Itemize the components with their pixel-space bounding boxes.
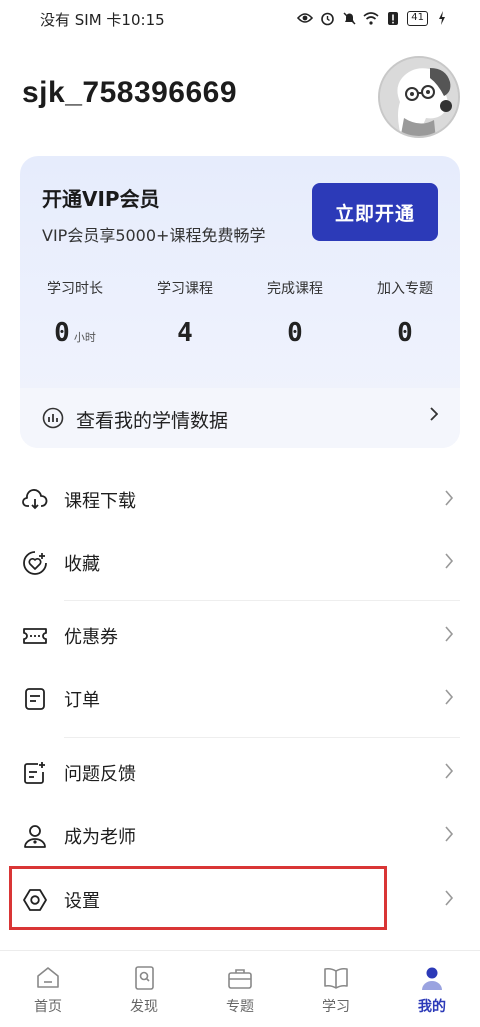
nav-label: 首页 — [34, 999, 62, 1015]
menu-label: 收藏 — [64, 554, 100, 575]
wifi-icon — [363, 10, 379, 26]
menu-label: 设置 — [64, 891, 100, 912]
stat-study-time[interactable]: 学习时长 0 小时 — [20, 278, 130, 348]
chevron-right-icon — [445, 826, 454, 842]
menu-settings[interactable]: 设置 — [0, 870, 480, 930]
nav-topics[interactable]: 专题 — [192, 951, 288, 1027]
home-icon — [37, 967, 59, 988]
nav-label: 学习 — [322, 999, 350, 1015]
favorite-heart-icon — [23, 551, 47, 575]
chevron-right-icon — [445, 626, 454, 642]
eye-icon — [297, 10, 314, 26]
learning-data-link[interactable]: 查看我的学情数据 — [20, 388, 460, 448]
stat-label: 学习时长 — [47, 281, 103, 297]
divider — [64, 737, 460, 738]
vip-card: 开通VIP会员 VIP会员享5000+课程免费畅学 立即开通 学习时长 0 小时 … — [20, 156, 460, 448]
username: sjk_758396669 — [22, 76, 238, 109]
profile-icon — [422, 967, 442, 990]
nav-label: 专题 — [226, 999, 254, 1015]
alert-icon — [385, 10, 401, 26]
stat-label: 加入专题 — [377, 281, 433, 297]
chevron-right-icon — [445, 490, 454, 506]
chevron-right-icon — [445, 890, 454, 906]
nav-discover[interactable]: 发现 — [96, 951, 192, 1027]
topic-briefcase-icon — [228, 969, 252, 989]
chevron-right-icon — [430, 407, 438, 421]
alarm-icon — [319, 10, 335, 26]
settings-icon — [23, 889, 47, 911]
charging-icon — [434, 10, 450, 26]
stat-completed[interactable]: 完成课程 0 — [240, 278, 350, 348]
stat-label: 学习课程 — [157, 281, 213, 297]
vip-subtitle: VIP会员享5000+课程免费畅学 — [42, 226, 266, 245]
menu-feedback[interactable]: 问题反馈 — [0, 743, 480, 803]
nav-label: 我的 — [418, 999, 446, 1015]
discover-icon — [135, 966, 154, 990]
divider — [64, 600, 460, 601]
mute-bell-icon — [341, 10, 357, 26]
study-book-icon — [324, 967, 348, 989]
menu-label: 问题反馈 — [64, 764, 136, 785]
stat-label: 完成课程 — [267, 281, 323, 297]
stat-value: 4 — [177, 318, 193, 348]
nav-label: 发现 — [130, 999, 158, 1015]
order-list-icon — [25, 688, 45, 710]
menu-orders[interactable]: 订单 — [0, 669, 480, 729]
avatar[interactable] — [378, 56, 460, 138]
chevron-right-icon — [445, 763, 454, 779]
menu-label: 课程下载 — [64, 491, 136, 512]
stat-value: 0 — [54, 318, 70, 348]
nav-home[interactable]: 首页 — [0, 951, 96, 1027]
menu-label: 成为老师 — [64, 827, 136, 848]
nav-study[interactable]: 学习 — [288, 951, 384, 1027]
status-icons: 41 — [297, 10, 450, 26]
stat-topics[interactable]: 加入专题 0 — [350, 278, 460, 348]
dog-avatar-icon — [380, 58, 458, 136]
menu-label: 订单 — [64, 690, 100, 711]
feedback-icon — [24, 762, 45, 784]
stat-value: 0 — [397, 318, 413, 348]
menu-coupons[interactable]: 优惠券 — [0, 606, 480, 666]
chevron-right-icon — [445, 553, 454, 569]
bar-chart-icon — [42, 407, 64, 429]
bottom-nav: 首页 发现 专题 学习 我的 — [0, 950, 480, 1027]
cloud-download-icon — [22, 489, 48, 510]
coupon-icon — [23, 628, 47, 644]
stat-unit: 小时 — [73, 331, 96, 344]
learning-data-label: 查看我的学情数据 — [76, 410, 229, 432]
menu-favorites[interactable]: 收藏 — [0, 533, 480, 593]
nav-profile[interactable]: 我的 — [384, 951, 480, 1027]
battery-icon: 41 — [407, 10, 428, 26]
status-bar: 没有 SIM 卡10:15 41 — [0, 0, 480, 38]
teacher-icon — [24, 825, 46, 848]
menu-course-download[interactable]: 课程下载 — [0, 470, 480, 530]
status-carrier-time: 没有 SIM 卡10:15 — [40, 11, 165, 29]
stat-courses[interactable]: 学习课程 4 — [130, 278, 240, 348]
vip-title: 开通VIP会员 — [42, 187, 160, 211]
stats-row: 学习时长 0 小时 学习课程 4 完成课程 0 加入专题 0 — [20, 278, 460, 348]
chevron-right-icon — [445, 689, 454, 705]
stat-value: 0 — [287, 318, 303, 348]
open-vip-button[interactable]: 立即开通 — [312, 183, 438, 241]
menu-label: 优惠券 — [64, 627, 118, 648]
menu-become-teacher[interactable]: 成为老师 — [0, 806, 480, 866]
